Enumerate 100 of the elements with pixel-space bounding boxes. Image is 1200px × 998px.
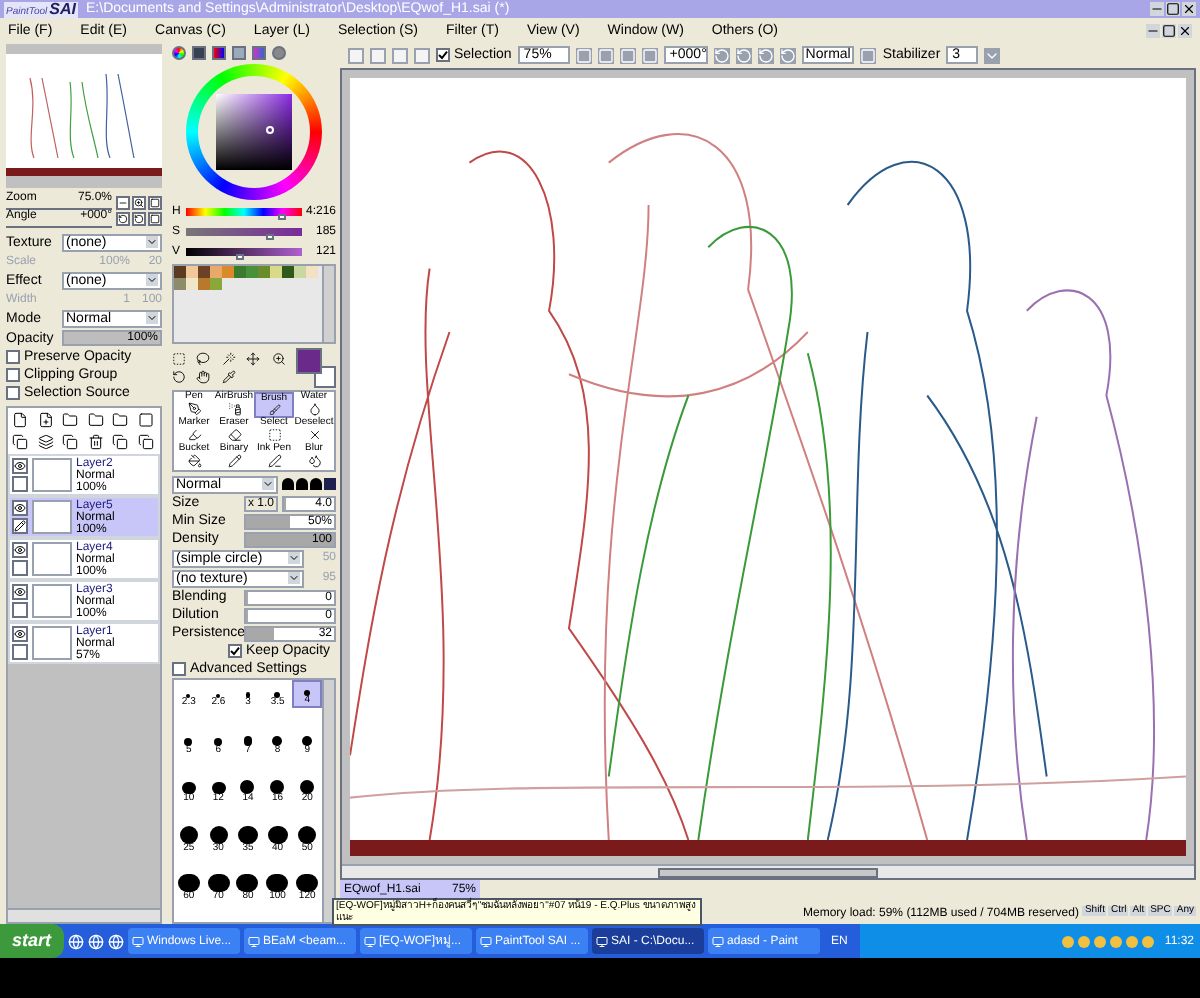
eraser-tool-icon <box>227 428 241 442</box>
navigator-tool-icon[interactable] <box>116 211 130 225</box>
color-swatch[interactable] <box>270 266 282 278</box>
visibility-toggle[interactable] <box>12 626 28 642</box>
visibility-toggle[interactable] <box>12 542 28 558</box>
vertical-scrollbar[interactable] <box>322 680 334 922</box>
color-swatch[interactable] <box>234 266 246 278</box>
horizontal-scrollbar[interactable] <box>8 908 160 922</box>
tool-icon[interactable] <box>221 370 236 384</box>
vertical-scrollbar[interactable] <box>322 266 334 342</box>
layer-thumbnail <box>32 626 72 660</box>
scrollbar-thumb[interactable] <box>658 867 878 877</box>
horizontal-scrollbar[interactable] <box>342 864 1194 878</box>
dropdown-arrow-icon <box>288 552 300 564</box>
layer-thumbnail <box>32 584 72 618</box>
layer-tool-icon[interactable] <box>112 412 128 428</box>
color-swatch[interactable] <box>174 266 186 278</box>
dropdown-arrow-icon <box>288 572 300 584</box>
layer-tool-icon[interactable] <box>87 434 103 450</box>
color-cursor-icon <box>266 126 274 134</box>
dropdown-arrow-icon <box>146 312 158 324</box>
checkbox[interactable] <box>6 368 20 382</box>
checkbox[interactable] <box>436 48 450 62</box>
color-swatch[interactable] <box>222 266 234 278</box>
layer-status-box <box>12 602 28 618</box>
quick-launch-icon[interactable] <box>67 933 84 949</box>
minimize-button[interactable] <box>1146 23 1160 37</box>
window-icon <box>479 935 492 947</box>
color-swatch[interactable] <box>258 266 270 278</box>
brush-tool-icon <box>267 404 281 416</box>
visibility-toggle[interactable] <box>12 458 28 474</box>
layer-tool-icon[interactable] <box>137 434 153 450</box>
window-icon <box>131 935 144 947</box>
navigator-tool-icon[interactable] <box>132 195 146 209</box>
layer-status-box <box>12 644 28 660</box>
color-swatch[interactable] <box>198 266 210 278</box>
pen-tool-icon <box>187 402 201 416</box>
layer-tool-icon[interactable] <box>37 412 53 428</box>
rotate-button[interactable] <box>757 47 774 63</box>
color-swatch[interactable] <box>306 266 318 278</box>
layer-tool-icon[interactable] <box>87 412 103 428</box>
minimize-button[interactable] <box>1150 2 1164 16</box>
dropdown-arrow-icon <box>262 478 274 490</box>
checkbox[interactable] <box>6 386 20 400</box>
color-swatch[interactable] <box>210 266 222 278</box>
visibility-toggle[interactable] <box>12 500 28 516</box>
rotate-button[interactable] <box>735 47 752 63</box>
color-swatch[interactable] <box>210 278 222 290</box>
color-swatch[interactable] <box>246 266 258 278</box>
hsv-slider[interactable] <box>186 208 302 216</box>
color-swatch[interactable] <box>198 278 210 290</box>
start-button[interactable]: start <box>0 924 64 958</box>
layer-thumbnail <box>32 542 72 576</box>
dropdown-arrow-icon <box>146 236 158 248</box>
water-tool-icon <box>307 402 321 416</box>
hsv-slider[interactable] <box>186 228 302 236</box>
layer-tool-icon[interactable] <box>62 434 78 450</box>
layer-thumbnail <box>32 458 72 492</box>
layer-status-box <box>12 518 28 534</box>
layer-tool-icon[interactable] <box>62 412 78 428</box>
deselect-tool-icon <box>307 428 321 442</box>
layer-status-box <box>12 476 28 492</box>
layer-tool-icon[interactable] <box>37 434 53 450</box>
window-icon <box>711 935 724 947</box>
dropdown-arrow-icon <box>146 274 158 286</box>
rotate-button[interactable] <box>713 47 730 63</box>
tool-icon[interactable] <box>246 352 261 366</box>
color-swatch[interactable] <box>294 266 306 278</box>
quick-launch-icon[interactable] <box>107 933 124 949</box>
rotate-button[interactable] <box>779 47 796 63</box>
marker-tool-icon <box>187 428 201 442</box>
quick-launch-icon[interactable] <box>87 933 104 949</box>
layer-tool-icon[interactable] <box>137 412 153 428</box>
tool-icon[interactable] <box>196 370 211 384</box>
current-color[interactable] <box>296 348 322 374</box>
window-icon <box>595 935 608 947</box>
layer-tool-icon[interactable] <box>112 434 128 450</box>
tool-icon[interactable] <box>172 370 186 384</box>
checkbox[interactable] <box>172 662 186 676</box>
checkbox[interactable] <box>228 644 242 658</box>
close-button[interactable] <box>1182 2 1196 16</box>
tool-icon[interactable] <box>271 352 286 366</box>
close-button[interactable] <box>1178 23 1192 37</box>
checkbox[interactable] <box>6 350 20 364</box>
tool-icon[interactable] <box>196 352 211 366</box>
color-swatch[interactable] <box>186 266 198 278</box>
window-icon <box>363 935 376 947</box>
layer-tool-icon[interactable] <box>12 412 28 428</box>
color-swatch[interactable] <box>174 278 186 290</box>
hsv-slider[interactable] <box>186 248 302 256</box>
layer-status-box <box>12 560 28 576</box>
layer-tool-icon[interactable] <box>12 434 28 450</box>
navigator-tool-icon[interactable] <box>132 211 146 225</box>
blur-tool-icon <box>307 454 321 468</box>
color-swatch[interactable] <box>282 266 294 278</box>
binary-tool-icon <box>227 454 241 468</box>
visibility-toggle[interactable] <box>12 584 28 600</box>
stabilizer-dropdown-icon[interactable] <box>984 47 1001 63</box>
color-picker-square[interactable] <box>216 94 292 170</box>
color-swatch[interactable] <box>186 278 198 290</box>
